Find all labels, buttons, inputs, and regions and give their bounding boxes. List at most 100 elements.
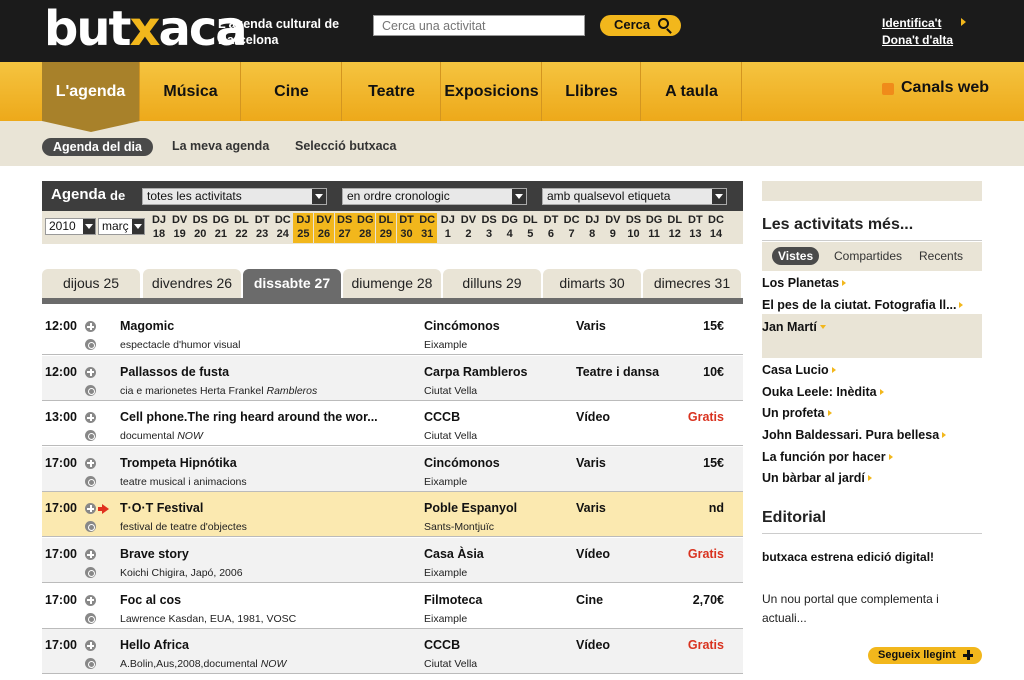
year-select[interactable]: 2010 (45, 218, 96, 235)
tab-compartides[interactable]: Compartides (834, 249, 902, 263)
event-venue[interactable]: CCCB (424, 410, 460, 424)
nav-llibres[interactable]: Llibres (543, 62, 641, 121)
share-icon[interactable] (85, 521, 96, 533)
search-button[interactable]: Cerca (600, 15, 681, 36)
subnav-agenda-del-dia[interactable]: Agenda del dia (42, 138, 153, 156)
calendar-day[interactable]: DG 21 (211, 213, 231, 243)
tab-day[interactable]: dimarts 30 (543, 269, 641, 298)
nav-musica[interactable]: Música (141, 62, 241, 121)
calendar-day[interactable]: DJ 8 (582, 213, 602, 243)
event-row[interactable]: 13:00 Cell phone.The ring heard around th… (42, 401, 743, 447)
event-row[interactable]: 17:00 T·O·T Festival festival de teatre d'… (42, 492, 743, 538)
add-icon[interactable] (85, 457, 96, 469)
nav-cine[interactable]: Cine (242, 62, 342, 121)
nav-teatre[interactable]: Teatre (343, 62, 441, 121)
tab-recents[interactable]: Recents (919, 249, 963, 263)
calendar-day[interactable]: DS 3 (479, 213, 499, 243)
calendar-day[interactable]: DL 29 (375, 213, 396, 243)
sidebar-link[interactable]: Un bàrbar al jardí (762, 471, 872, 485)
calendar-day[interactable]: DC 31 (417, 213, 438, 243)
calendar-day[interactable]: DL 22 (232, 213, 252, 243)
calendar-day[interactable]: DS 27 (334, 213, 355, 243)
event-title[interactable]: Hello Africa (120, 638, 189, 652)
event-venue[interactable]: Cincómonos (424, 319, 500, 333)
sidebar-link[interactable]: John Baldessari. Pura bellesa (762, 428, 947, 442)
nav-agenda[interactable]: L'agenda (42, 62, 140, 121)
calendar-day[interactable]: DL 5 (520, 213, 540, 243)
sidebar-link[interactable]: Jan Martí (762, 320, 826, 334)
tab-day[interactable]: dimecres 31 (643, 269, 741, 298)
share-icon[interactable] (85, 612, 96, 624)
calendar-day[interactable]: DJ 1 (438, 213, 458, 243)
nav-a-taula[interactable]: A taula (642, 62, 742, 121)
add-icon[interactable] (85, 594, 96, 606)
add-icon[interactable] (85, 412, 96, 424)
share-icon[interactable] (85, 384, 96, 396)
calendar-day[interactable]: DG 11 (644, 213, 664, 243)
share-icon[interactable] (85, 567, 96, 578)
sidebar-link[interactable]: Ouka Leele: Inèdita (762, 385, 884, 399)
subnav-la-meva-agenda[interactable]: La meva agenda (172, 139, 269, 153)
butxaca-logo[interactable]: butxaca (44, 2, 248, 56)
event-title[interactable]: Trompeta Hipnótika (120, 456, 237, 470)
tab-day[interactable]: diumenge 28 (343, 269, 441, 298)
calendar-day[interactable]: DL 12 (665, 213, 685, 243)
event-row[interactable]: 17:00 Brave story Koichi Chigira, Japó, 20… (42, 538, 743, 583)
calendar-day[interactable]: DJ 25 (293, 213, 314, 243)
add-icon[interactable] (85, 549, 96, 560)
editorial-title[interactable]: butxaca estrena edició digital! (762, 550, 934, 564)
add-icon[interactable] (85, 640, 96, 652)
add-icon[interactable] (85, 321, 96, 332)
calendar-day[interactable]: DT 30 (396, 213, 417, 243)
calendar-day[interactable]: DC 24 (273, 213, 293, 243)
event-row[interactable]: 17:00 Hello Africa A.Bolin,Aus,2008,docume… (42, 629, 743, 675)
sidebar-link[interactable]: Los Planetas (762, 276, 847, 290)
share-icon[interactable] (85, 658, 96, 670)
sidebar-link[interactable]: La función por hacer (762, 450, 893, 464)
add-icon[interactable] (85, 366, 96, 378)
calendar-day[interactable]: DT 23 (252, 213, 272, 243)
calendar-day[interactable]: DT 13 (685, 213, 705, 243)
event-title[interactable]: Magomic (120, 319, 174, 333)
event-title[interactable]: Cell phone.The ring heard around the wor… (120, 410, 378, 424)
tag-filter-select[interactable]: amb qualsevol etiqueta (542, 188, 727, 205)
calendar-day[interactable]: DJ 18 (149, 213, 169, 243)
subnav-seleccio-butxaca[interactable]: Selecció butxaca (295, 139, 396, 153)
read-more-button[interactable]: Segueix llegint (868, 647, 982, 664)
month-select[interactable]: març (98, 218, 145, 235)
tab-day-active[interactable]: dissabte 27 (243, 269, 341, 298)
calendar-day[interactable]: DG 4 (500, 213, 520, 243)
order-filter-select[interactable]: en ordre cronologic (342, 188, 527, 205)
feeds-link[interactable]: Canals web (901, 79, 989, 97)
add-icon[interactable] (85, 503, 96, 515)
rss-icon[interactable] (882, 83, 894, 95)
event-venue[interactable]: Carpa Rambleros (424, 365, 528, 379)
sidebar-link[interactable]: Casa Lucio (762, 363, 836, 377)
calendar-day[interactable]: DC 7 (562, 213, 582, 243)
tab-vistes[interactable]: Vistes (772, 247, 820, 265)
event-row[interactable]: 17:00 Trompeta Hipnótika teatre musical i … (42, 446, 743, 492)
tab-day[interactable]: dijous 25 (42, 269, 140, 298)
nav-exposicions[interactable]: Exposicions (442, 62, 542, 121)
event-title[interactable]: Foc al cos (120, 593, 181, 607)
sidebar-link[interactable]: El pes de la ciutat. Fotografia ll... (762, 298, 964, 312)
calendar-day[interactable]: DG 28 (355, 213, 376, 243)
event-venue[interactable]: Filmoteca (424, 593, 482, 607)
share-icon[interactable] (85, 339, 96, 350)
calendar-day[interactable]: DC 14 (706, 213, 726, 243)
calendar-day[interactable]: DV 9 (603, 213, 623, 243)
share-icon[interactable] (85, 475, 96, 487)
calendar-day[interactable]: DT 6 (541, 213, 561, 243)
calendar-day[interactable]: DV 19 (170, 213, 190, 243)
calendar-day[interactable]: DV 2 (458, 213, 478, 243)
share-icon[interactable] (85, 430, 96, 442)
calendar-day[interactable]: DV 26 (314, 213, 335, 243)
calendar-day[interactable]: DS 20 (190, 213, 210, 243)
event-title[interactable]: Pallassos de fusta (120, 365, 229, 379)
event-row[interactable]: 17:00 Foc al cos Lawrence Kasdan, EUA, 198… (42, 583, 743, 629)
event-row[interactable]: 12:00 Pallassos de fusta cia e marionetes … (42, 355, 743, 401)
login-link[interactable]: Identifica't (882, 16, 942, 30)
event-venue[interactable]: CCCB (424, 638, 460, 652)
event-row[interactable]: 12:00 Magomic espectacle d'humor visual Cin… (42, 310, 743, 355)
calendar-day[interactable]: DS 10 (623, 213, 643, 243)
